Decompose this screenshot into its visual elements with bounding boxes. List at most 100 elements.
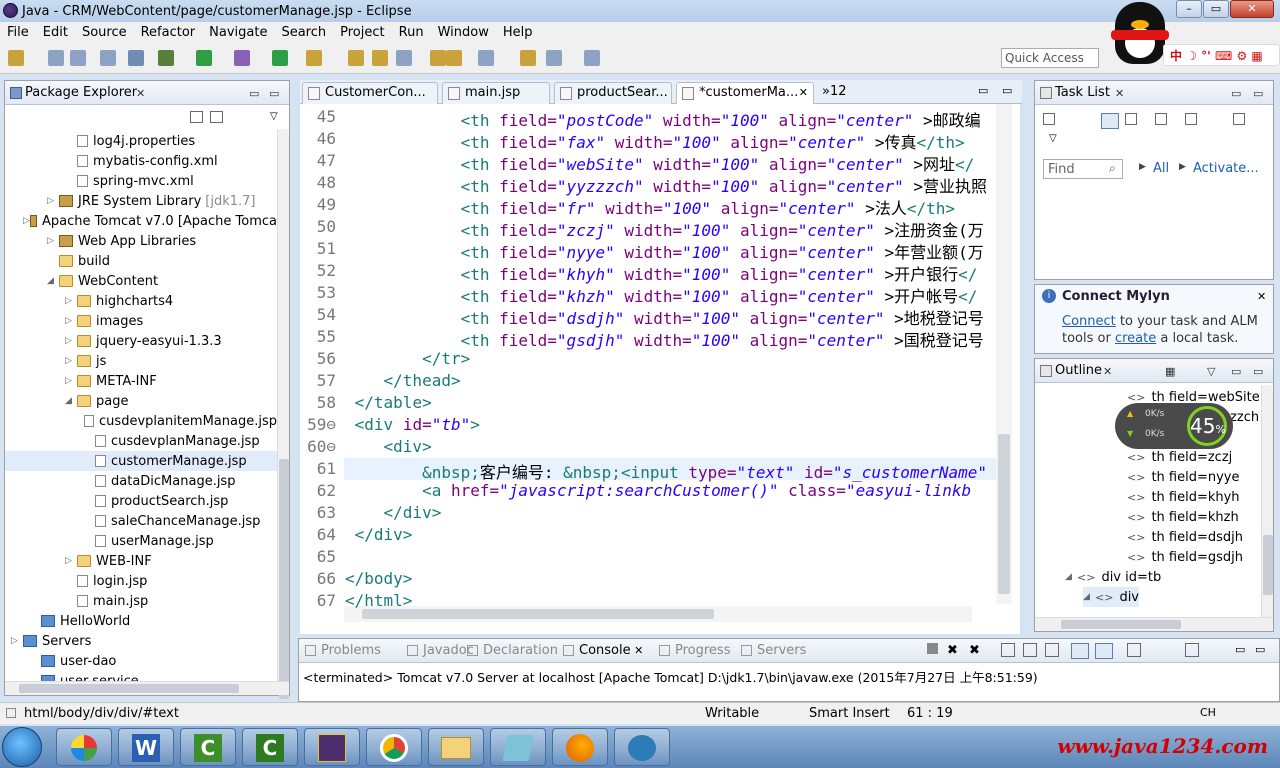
explorer-tree-item[interactable]: ▷ Web App Libraries: [5, 231, 277, 251]
code-line[interactable]: <th field="fax" width="100" align="cente…: [345, 129, 995, 153]
code-line[interactable]: <th field="yyzzzch" width="100" align="c…: [345, 173, 995, 197]
toolbar-button-icon[interactable]: [70, 50, 86, 66]
maximize-view-icon[interactable]: ▭: [1255, 643, 1265, 656]
console-output[interactable]: <terminated> Tomcat v7.0 Server at local…: [303, 667, 1038, 686]
code-line[interactable]: </tr>: [345, 349, 995, 368]
minimize-view-icon[interactable]: ▭: [1235, 643, 1245, 656]
outline-item[interactable]: <> th field=gsdjh: [1127, 547, 1243, 567]
menu-help[interactable]: Help: [496, 25, 540, 40]
activate-link[interactable]: Activate...: [1193, 161, 1259, 176]
expand-arrow-icon[interactable]: ▷: [65, 356, 77, 366]
code-line[interactable]: <th field="gsdjh" width="100" align="cen…: [345, 327, 995, 351]
close-icon[interactable]: ✕: [136, 87, 145, 100]
all-link[interactable]: All: [1153, 161, 1169, 176]
outline-item[interactable]: <> th field=nyye: [1127, 467, 1239, 487]
explorer-tree-item[interactable]: HelloWorld: [5, 611, 277, 631]
explorer-tree-item[interactable]: dataDicManage.jsp: [5, 471, 277, 491]
toolbar-button-icon[interactable]: [520, 50, 536, 66]
filter-icon[interactable]: [1155, 113, 1167, 125]
collapse-all-icon[interactable]: [1233, 113, 1245, 125]
toolbar-button-icon[interactable]: [430, 50, 446, 66]
explorer-tree-item[interactable]: customerManage.jsp: [5, 451, 277, 471]
editor-vertical-scrollbar[interactable]: [996, 104, 1012, 604]
code-line[interactable]: <th field="khzh" width="100" align="cent…: [345, 283, 995, 307]
menu-run[interactable]: Run: [392, 25, 431, 40]
explorer-tree-item[interactable]: cusdevplanitemManage.jsp: [5, 411, 277, 431]
expand-arrow-icon[interactable]: ▷: [65, 316, 77, 326]
menu-navigate[interactable]: Navigate: [202, 25, 274, 40]
explorer-tree-item[interactable]: main.jsp: [5, 591, 277, 611]
console-tab[interactable]: Servers: [741, 643, 806, 658]
outline-item[interactable]: <> th field=dsdjh: [1127, 527, 1243, 547]
menu-window[interactable]: Window: [431, 25, 496, 40]
code-line[interactable]: </div>: [345, 503, 995, 522]
editor-tab[interactable]: productSear...: [554, 82, 672, 104]
outline-item[interactable]: <> th field=khzh: [1127, 507, 1239, 527]
toolbar-button-icon[interactable]: [128, 50, 144, 66]
explorer-tree-item[interactable]: spring-mvc.xml: [5, 171, 277, 191]
minimize-view-icon[interactable]: ▭: [1231, 365, 1241, 378]
explorer-tree-item[interactable]: user-dao: [5, 651, 277, 671]
toolbar-button-icon[interactable]: [446, 50, 462, 66]
remove-launch-icon[interactable]: ✖: [947, 643, 958, 658]
editor-tab[interactable]: CustomerCon...: [302, 82, 438, 104]
view-menu-icon[interactable]: ▽: [1049, 133, 1057, 144]
expand-arrow-icon[interactable]: ▷: [47, 196, 59, 206]
code-line[interactable]: </thead>: [345, 371, 995, 390]
toolbar-button-icon[interactable]: [396, 50, 412, 66]
menu-project[interactable]: Project: [333, 25, 391, 40]
code-line[interactable]: <div>: [345, 437, 995, 456]
link-editor-icon[interactable]: [210, 111, 223, 123]
outline-horizontal-scrollbar[interactable]: [1035, 617, 1273, 631]
minimize-view-icon[interactable]: ▭: [1231, 87, 1241, 100]
explorer-tree-item[interactable]: cusdevplanManage.jsp: [5, 431, 277, 451]
expand-arrow-icon[interactable]: ▷: [65, 336, 77, 346]
menu-source[interactable]: Source: [75, 25, 134, 40]
explorer-tree-item[interactable]: ▷ META-INF: [5, 371, 277, 391]
camtasia-icon[interactable]: C: [180, 728, 236, 766]
explorer-tree-item[interactable]: userManage.jsp: [5, 531, 277, 551]
toolbar-button-icon[interactable]: [546, 50, 562, 66]
code-line[interactable]: <div id="tb">: [345, 415, 995, 434]
outline-item[interactable]: ◢ <> div: [1083, 587, 1139, 607]
toolbar-button-icon[interactable]: [234, 50, 250, 66]
view-menu-icon[interactable]: ▽: [270, 111, 278, 122]
taskbar-app-icon[interactable]: [56, 728, 112, 766]
code-line[interactable]: <th field="zczj" width="100" align="cent…: [345, 217, 995, 241]
explorer-tree-item[interactable]: ▷ WEB-INF: [5, 551, 277, 571]
menu-file[interactable]: File: [0, 25, 36, 40]
explorer-tree-item[interactable]: ◢ WebContent: [5, 271, 277, 291]
menu-search[interactable]: Search: [274, 25, 333, 40]
outline-item[interactable]: <> th field=zczj: [1127, 447, 1232, 467]
new-console-icon[interactable]: [1185, 643, 1199, 657]
word-wrap-icon[interactable]: [1045, 643, 1059, 657]
code-line[interactable]: <th field="webSite" width="100" align="c…: [345, 151, 995, 175]
console-tab[interactable]: Console ✕: [563, 643, 643, 658]
explorer-tree-item[interactable]: saleChanceManage.jsp: [5, 511, 277, 531]
code-line[interactable]: <th field="postCode" width="100" align="…: [345, 107, 995, 131]
explorer-tree-item[interactable]: ▷ jquery-easyui-1.3.3: [5, 331, 277, 351]
code-line[interactable]: <th field="fr" width="100" align="center…: [345, 195, 995, 219]
toolbar-button-icon[interactable]: [196, 50, 212, 66]
eclipse-ide-icon[interactable]: [304, 728, 360, 766]
expand-arrow-icon[interactable]: ◢: [47, 276, 59, 286]
explorer-tree-item[interactable]: ▷ Servers: [5, 631, 277, 651]
open-console-icon[interactable]: [1127, 643, 1141, 657]
code-line[interactable]: </body>: [345, 569, 995, 588]
pin-console-icon[interactable]: [1071, 643, 1089, 659]
console-tab[interactable]: Progress: [659, 643, 730, 658]
explorer-tree-item[interactable]: ▷ Apache Tomcat v7.0 [Apache Tomca: [5, 211, 277, 231]
collapse-all-icon[interactable]: [190, 111, 203, 123]
ime-indicator[interactable]: CH: [1200, 706, 1216, 719]
close-icon[interactable]: ✕: [1115, 87, 1124, 100]
scheduled-icon[interactable]: [1125, 113, 1137, 125]
task-list-title[interactable]: Task List: [1055, 85, 1110, 100]
explorer-tree-item[interactable]: mybatis-config.xml: [5, 151, 277, 171]
code-line[interactable]: <a href="javascript:searchCustomer()" cl…: [345, 481, 995, 500]
new-task-icon[interactable]: [1043, 113, 1055, 125]
expand-arrow-icon[interactable]: ▷: [65, 376, 77, 386]
expand-arrow-icon[interactable]: ▷: [65, 556, 77, 566]
code-line[interactable]: <th field="khyh" width="100" align="cent…: [345, 261, 995, 285]
minimize-view-icon[interactable]: ▭: [249, 87, 259, 100]
toolbar-button-icon[interactable]: [158, 50, 174, 66]
